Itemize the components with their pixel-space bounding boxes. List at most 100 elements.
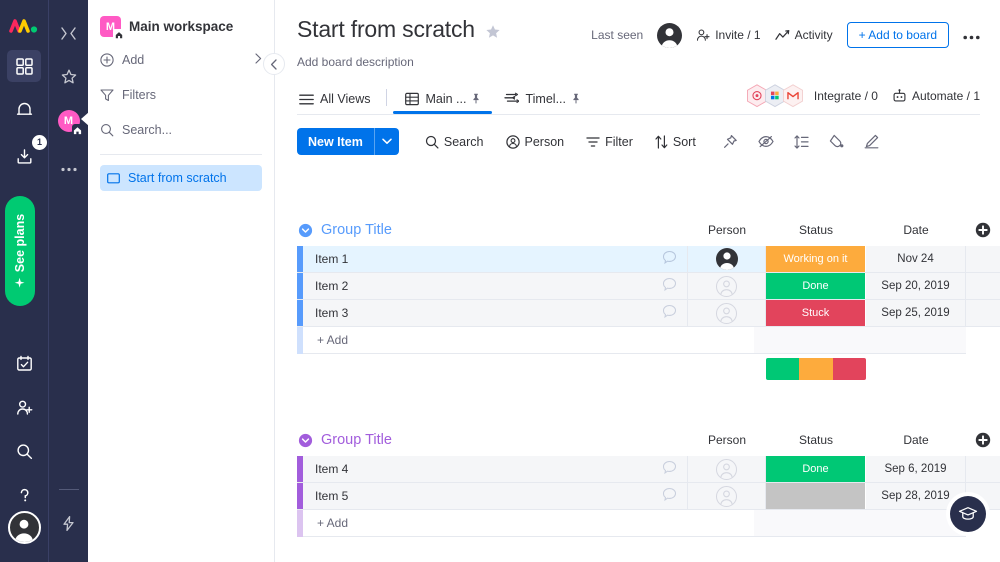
learning-center-button[interactable] bbox=[950, 496, 986, 532]
person-filter-button[interactable]: Person bbox=[498, 131, 573, 153]
see-plans-button[interactable]: See plans bbox=[5, 196, 35, 306]
sidebar-board-start-from-scratch[interactable]: Start from scratch bbox=[100, 165, 262, 191]
chat-bubble-icon[interactable] bbox=[662, 487, 677, 505]
add-item-row[interactable]: + Add bbox=[297, 510, 1000, 537]
tab-all-views[interactable]: All Views bbox=[297, 92, 382, 114]
group-collapse-caret[interactable] bbox=[297, 432, 313, 448]
sort-button[interactable]: Sort bbox=[647, 131, 704, 153]
workspace-search-button[interactable]: Search... bbox=[100, 117, 262, 142]
column-header-date[interactable]: Date bbox=[866, 223, 966, 237]
page-title[interactable]: Start from scratch bbox=[297, 16, 475, 43]
filter-button[interactable]: Filter bbox=[578, 131, 641, 153]
board-description[interactable]: Add board description bbox=[297, 55, 980, 69]
cell-status[interactable]: Done bbox=[766, 273, 866, 299]
sidebar-item-invite[interactable] bbox=[7, 391, 41, 423]
add-column-button[interactable] bbox=[966, 432, 1000, 448]
sidebar-item-inbox[interactable]: 1 bbox=[7, 135, 47, 172]
sidebar-item-home[interactable] bbox=[7, 50, 41, 82]
table-row[interactable]: Item 1 Working on it Nov 24 bbox=[297, 246, 1000, 273]
hide-columns-button[interactable] bbox=[751, 131, 781, 152]
cell-date[interactable]: Nov 24 bbox=[866, 246, 966, 272]
panel-collapse-toggle[interactable] bbox=[54, 18, 84, 48]
more-workspaces-button[interactable] bbox=[54, 154, 84, 184]
cell-status[interactable]: Working on it bbox=[766, 246, 866, 272]
cell-item-name[interactable]: Item 4 bbox=[303, 456, 688, 482]
cell-person[interactable] bbox=[688, 300, 766, 326]
group-title[interactable]: Group Title bbox=[321, 432, 392, 448]
cell-date[interactable]: Sep 6, 2019 bbox=[866, 456, 966, 482]
table-row[interactable]: Item 2 Done Sep 20, 2019 bbox=[297, 273, 1000, 300]
add-item-label[interactable]: + Add bbox=[303, 327, 754, 354]
panel-collapse-button[interactable] bbox=[263, 53, 285, 75]
avatar[interactable] bbox=[7, 511, 41, 544]
table-row[interactable]: Item 3 Stuck Sep 25, 2019 bbox=[297, 300, 1000, 327]
add-to-board-button[interactable]: + Add to board bbox=[846, 22, 949, 48]
chevron-left-icon bbox=[270, 58, 277, 70]
column-header-status[interactable]: Status bbox=[766, 223, 866, 237]
automate-button[interactable]: Automate / 1 bbox=[892, 89, 980, 103]
chat-bubble-icon[interactable] bbox=[662, 460, 677, 478]
column-header-person[interactable]: Person bbox=[688, 433, 766, 447]
pin-icon[interactable] bbox=[572, 93, 580, 106]
workspace-add-button[interactable]: Add bbox=[100, 47, 262, 72]
add-item-label[interactable]: + Add bbox=[303, 510, 754, 537]
column-header-person[interactable]: Person bbox=[688, 223, 766, 237]
table-row[interactable]: Item 5 Sep 28, 2019 bbox=[297, 483, 1000, 510]
cell-status[interactable]: Stuck bbox=[766, 300, 866, 326]
activity-button[interactable]: Activity bbox=[774, 28, 833, 42]
group-title[interactable]: Group Title bbox=[321, 222, 392, 238]
chat-bubble-icon[interactable] bbox=[662, 304, 677, 322]
cell-item-name[interactable]: Item 1 bbox=[303, 246, 688, 272]
board-more-options-button[interactable] bbox=[963, 30, 980, 40]
status-label: Done bbox=[802, 463, 829, 475]
cell-person[interactable] bbox=[688, 273, 766, 299]
last-seen-avatar[interactable] bbox=[657, 22, 683, 48]
quick-actions-button[interactable] bbox=[54, 508, 84, 538]
integrate-button[interactable]: Integrate / 0 bbox=[814, 89, 878, 103]
sidebar-item-help[interactable] bbox=[7, 479, 41, 511]
tab-main-table[interactable]: Main ... bbox=[393, 92, 493, 114]
cell-item-name[interactable]: Item 2 bbox=[303, 273, 688, 299]
add-item-row[interactable]: + Add bbox=[297, 327, 1000, 354]
column-header-status[interactable]: Status bbox=[766, 433, 866, 447]
integration-icons[interactable] bbox=[746, 84, 803, 108]
cell-date[interactable]: Sep 20, 2019 bbox=[866, 273, 966, 299]
sidebar-item-my-week[interactable] bbox=[7, 347, 41, 379]
cell-item-name[interactable]: Item 3 bbox=[303, 300, 688, 326]
inbox-icon bbox=[17, 148, 31, 164]
cell-status[interactable]: Done bbox=[766, 456, 866, 482]
board-powerups-button[interactable] bbox=[857, 130, 886, 153]
search-button[interactable]: Search bbox=[417, 131, 492, 153]
chat-bubble-icon[interactable] bbox=[662, 277, 677, 295]
row-height-button[interactable] bbox=[787, 131, 816, 153]
group-collapse-caret[interactable] bbox=[297, 222, 313, 238]
cell-person[interactable] bbox=[688, 483, 766, 509]
chat-bubble-icon[interactable] bbox=[662, 250, 677, 268]
group-2: Group Title Person Status Date Item 4 Do… bbox=[275, 426, 1000, 537]
workspace-avatar-button[interactable]: M bbox=[54, 106, 84, 136]
monday-logo[interactable] bbox=[9, 14, 39, 38]
invite-button[interactable]: Invite / 1 bbox=[696, 28, 761, 42]
board-content-scroll[interactable]: Group Title Person Status Date Item 1 Wo… bbox=[275, 208, 1000, 562]
star-icon[interactable] bbox=[485, 24, 501, 45]
workspace-filters-button[interactable]: Filters bbox=[100, 82, 262, 107]
status-summary-bar[interactable] bbox=[766, 358, 866, 380]
column-header-date[interactable]: Date bbox=[866, 433, 966, 447]
cell-date[interactable]: Sep 25, 2019 bbox=[866, 300, 966, 326]
pin-icon[interactable] bbox=[472, 93, 480, 106]
pin-button[interactable] bbox=[716, 130, 745, 153]
tab-timeline[interactable]: Timel... bbox=[492, 92, 592, 114]
sidebar-item-notifications[interactable] bbox=[7, 94, 41, 126]
table-row[interactable]: Item 4 Done Sep 6, 2019 bbox=[297, 456, 1000, 483]
sidebar-item-search[interactable] bbox=[7, 435, 41, 467]
cell-person[interactable] bbox=[688, 246, 766, 272]
color-button[interactable] bbox=[822, 130, 851, 153]
cell-item-name[interactable]: Item 5 bbox=[303, 483, 688, 509]
cell-status[interactable] bbox=[766, 483, 866, 509]
favorites-button[interactable] bbox=[54, 62, 84, 92]
cell-person[interactable] bbox=[688, 456, 766, 482]
chevron-down-icon[interactable] bbox=[375, 128, 399, 155]
workspace-header[interactable]: M Main workspace bbox=[100, 0, 262, 40]
add-column-button[interactable] bbox=[966, 222, 1000, 238]
new-item-button[interactable]: New Item bbox=[297, 128, 399, 155]
